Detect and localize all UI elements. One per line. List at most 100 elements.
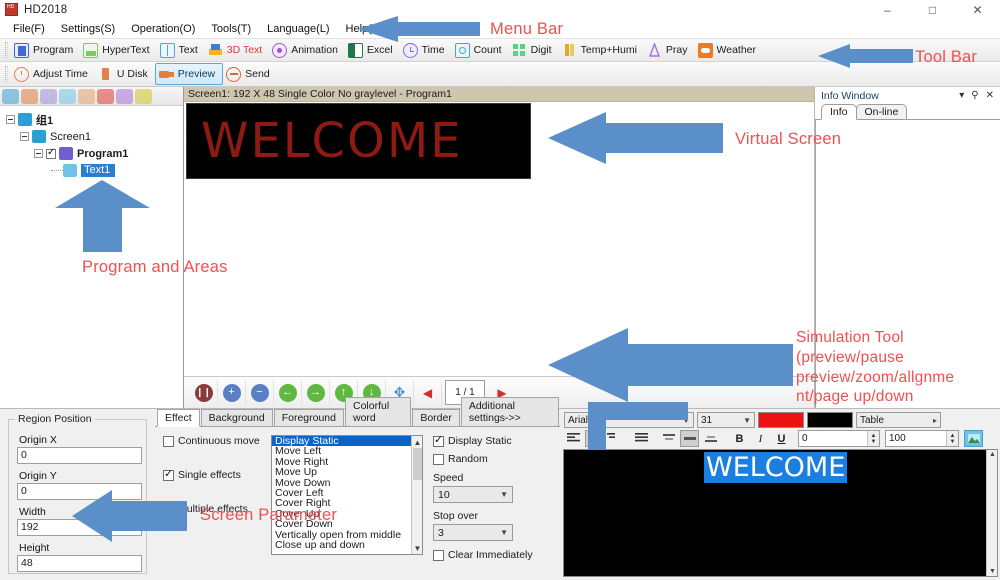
delete-icon[interactable] <box>97 88 114 104</box>
dropdown-icon[interactable]: ▾ <box>959 90 964 101</box>
bold-button[interactable]: B <box>730 430 749 447</box>
search-icon[interactable] <box>135 88 152 104</box>
tree-node-screen1[interactable]: Screen1 <box>6 128 183 145</box>
toolbar-button-animation[interactable]: Animation <box>269 39 345 61</box>
text-edit-scrollbar[interactable]: ▲ ▼ <box>986 450 997 576</box>
align-left-button[interactable] <box>564 430 583 447</box>
stepper-arrows-icon[interactable]: ▲ ▼ <box>867 431 879 446</box>
toolbar-button-preview[interactable]: Preview <box>154 63 224 85</box>
zoom-out-button[interactable]: − <box>246 379 274 406</box>
toolbar-grip[interactable] <box>5 42 8 58</box>
scrollbar-thumb[interactable] <box>413 448 422 480</box>
table-menu-button[interactable]: Table ▸ <box>856 412 941 428</box>
toolbar-button-send[interactable]: Send <box>223 63 277 85</box>
pause-button[interactable]: ❙❙ <box>190 379 218 406</box>
scale-stepper[interactable]: 100 ▲ ▼ <box>885 430 959 447</box>
zoom-in-button[interactable]: + <box>218 379 246 406</box>
toolbar-button-3d-text[interactable]: 3D Text <box>205 39 269 61</box>
list-item[interactable]: Move Up <box>272 467 422 478</box>
stepper-arrows-icon[interactable]: ▲ ▼ <box>946 431 958 446</box>
edit-icon[interactable] <box>78 88 95 104</box>
toolbar-button-adjust-time[interactable]: Adjust Time <box>11 63 95 85</box>
random-row[interactable]: Random <box>433 453 543 465</box>
italic-button[interactable]: I <box>751 430 770 447</box>
menu-item-language[interactable]: Language(L) <box>260 22 338 37</box>
scroll-down-icon[interactable]: ▼ <box>989 568 996 575</box>
tab-foreground[interactable]: Foreground <box>273 409 344 426</box>
tab-online[interactable]: On-line <box>855 104 908 119</box>
single-effects-row[interactable]: Single effects <box>163 467 271 481</box>
scroll-up-icon[interactable]: ▲ <box>989 451 996 458</box>
clear-immediately-row[interactable]: Clear Immediately <box>433 549 543 561</box>
menu-bar-annotation: Menu Bar <box>490 20 564 38</box>
refresh-icon[interactable] <box>2 88 19 104</box>
align-right-button[interactable]: → <box>302 379 330 406</box>
effect-list-scrollbar[interactable]: ▲ ▼ <box>411 436 422 554</box>
toolbar-button-count[interactable]: Count <box>452 39 509 61</box>
expander-icon[interactable] <box>34 149 43 158</box>
menu-item-tools[interactable]: Tools(T) <box>204 22 260 37</box>
copy-group-icon[interactable] <box>21 88 38 104</box>
single-effects-checkbox[interactable] <box>163 467 174 481</box>
toolbar-button-program[interactable]: Program <box>11 39 80 61</box>
toolbar-button-pray[interactable]: Pray <box>644 39 695 61</box>
stop-over-select[interactable]: 3 ▼ <box>433 524 513 541</box>
paste-icon[interactable] <box>40 88 57 104</box>
origin-x-input[interactable]: 0 <box>17 447 142 464</box>
menu-item-operation[interactable]: Operation(O) <box>124 22 204 37</box>
tab-border[interactable]: Border <box>412 409 460 426</box>
close-icon[interactable]: ✕ <box>986 90 994 101</box>
insert-image-button[interactable] <box>964 430 983 447</box>
foreground-color-swatch[interactable] <box>758 412 804 428</box>
led-virtual-screen[interactable]: WELCOME <box>186 103 531 179</box>
toolbar-button-time[interactable]: Time <box>400 39 452 61</box>
tree-checkbox-program1[interactable] <box>46 147 56 159</box>
scroll-down-icon[interactable]: ▼ <box>412 542 422 554</box>
continuous-move-checkbox[interactable] <box>163 435 174 447</box>
previous-page-button[interactable]: ◀ <box>414 379 442 406</box>
random-checkbox[interactable] <box>433 453 444 465</box>
toolbar-button-weather[interactable]: Weather <box>695 39 764 61</box>
menu-item-settings[interactable]: Settings(S) <box>54 22 124 37</box>
continuous-move-row[interactable]: Continuous move <box>163 435 271 447</box>
clear-immediately-checkbox[interactable] <box>433 549 444 561</box>
tab-background[interactable]: Background <box>200 409 273 426</box>
pin-icon[interactable]: ⚲ <box>971 90 978 101</box>
expander-icon[interactable] <box>20 132 29 141</box>
expander-icon[interactable] <box>6 115 15 124</box>
list-item[interactable]: Close up and down <box>272 539 422 550</box>
toolbar-button-digit[interactable]: Digit <box>509 39 559 61</box>
background-color-swatch[interactable] <box>807 412 853 428</box>
underline-button[interactable]: U <box>772 430 791 447</box>
display-static-checkbox[interactable] <box>433 433 444 447</box>
tree-node-text1[interactable]: Text1 <box>6 162 183 179</box>
font-size-select[interactable]: 31 ▼ <box>697 412 755 428</box>
effect-list[interactable]: Display Static Move Left Move Right Move… <box>271 435 423 555</box>
tab-colorful-word[interactable]: Colorful word <box>345 397 412 426</box>
toolbar2-grip[interactable] <box>5 66 8 82</box>
toolbar-button-hypertext[interactable]: HyperText <box>80 39 156 61</box>
align-left-button[interactable]: ← <box>274 379 302 406</box>
tree-node-group1[interactable]: 组1 <box>6 111 183 128</box>
toolbar-button-temp-humi[interactable]: Temp+Humi <box>559 39 644 61</box>
menu-item-file[interactable]: File(F) <box>6 22 54 37</box>
display-static-row[interactable]: Display Static <box>433 433 543 447</box>
confirm-icon[interactable] <box>116 88 133 104</box>
align-bottom-button[interactable] <box>701 430 720 447</box>
tab-info[interactable]: Info <box>821 104 857 120</box>
toolbar-button-u-disk[interactable]: U Disk <box>95 63 155 85</box>
tree-node-program1[interactable]: Program1 <box>6 145 183 162</box>
maximize-button[interactable]: □ <box>910 0 955 20</box>
image-icon[interactable] <box>59 88 76 104</box>
tab-effect[interactable]: Effect <box>157 409 200 427</box>
minimize-button[interactable]: – <box>865 0 910 20</box>
tab-additional-settings[interactable]: Additional settings->> <box>460 397 559 426</box>
speed-select[interactable]: 10 ▼ <box>433 486 513 503</box>
text-edit-area[interactable]: WELCOME ▲ ▼ <box>563 449 998 577</box>
letter-spacing-stepper[interactable]: 0 ▲ ▼ <box>798 430 880 447</box>
toolbar-button-text[interactable]: Text <box>157 39 205 61</box>
toolbar-button-excel[interactable]: Excel <box>345 39 400 61</box>
scroll-up-icon[interactable]: ▲ <box>412 436 422 448</box>
height-input[interactable]: 48 <box>17 555 142 572</box>
close-button[interactable]: ✕ <box>955 0 1000 20</box>
